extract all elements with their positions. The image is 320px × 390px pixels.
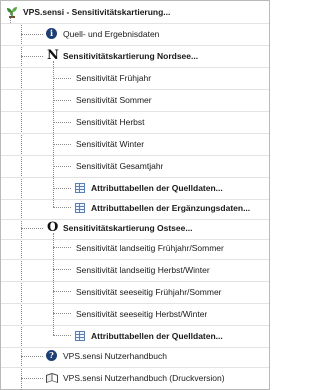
tree-panel: VPS.sensi - Sensitivitätskartierung... i…: [0, 0, 270, 390]
table-icon: [75, 183, 85, 193]
tree-item-ostsee-see-fs[interactable]: Sensitivität seeseitig Frühjahr/Sommer: [1, 281, 269, 304]
tree-item-label: Sensitivität landseitig Herbst/Winter: [76, 265, 210, 275]
tree-item-nordsee-herbst[interactable]: Sensitivität Herbst: [1, 111, 269, 134]
table-icon: [75, 203, 85, 213]
info-icon: i: [46, 28, 57, 39]
tree-node-nordsee[interactable]: N Sensitivitätskartierung Nordsee...: [1, 45, 269, 68]
tree-item-label: Sensitivität seeseitig Frühjahr/Sommer: [76, 287, 222, 297]
tree-item-label: Sensitivität landseitig Frühjahr/Sommer: [76, 243, 224, 253]
tree-item-ostsee-see-hw[interactable]: Sensitivität seeseitig Herbst/Winter: [1, 303, 269, 326]
book-icon: [45, 371, 59, 385]
letter-o-icon: O: [47, 220, 59, 235]
tree-node-help-label: VPS.sensi Nutzerhandbuch: [63, 351, 167, 361]
tree-item-nordsee-gesamtjahr[interactable]: Sensitivität Gesamtjahr: [1, 155, 269, 178]
tree-item-nordsee-winter[interactable]: Sensitivität Winter: [1, 133, 269, 156]
tree-item-label: Attributtabellen der Quelldaten...: [91, 183, 223, 193]
tree-node-root-label: VPS.sensi - Sensitivitätskartierung...: [23, 7, 171, 17]
tree-item-nordsee-fruehjahr[interactable]: Sensitivität Frühjahr: [1, 67, 269, 90]
tree-item-label: Attributtabellen der Ergänzungsdaten...: [91, 203, 251, 213]
tree-item-label: Sensitivität Gesamtjahr: [76, 161, 164, 171]
tree-node-book-label: VPS.sensi Nutzerhandbuch (Druckversion): [63, 373, 225, 383]
tree-node-ostsee-label: Sensitivitätskartierung Ostsee...: [63, 223, 193, 233]
tree-node-nordsee-label: Sensitivitätskartierung Nordsee...: [63, 51, 199, 61]
tree-node-help[interactable]: ? VPS.sensi Nutzerhandbuch: [1, 345, 269, 368]
letter-n-icon: N: [47, 48, 59, 63]
tree-item-label: Sensitivität seeseitig Herbst/Winter: [76, 309, 208, 319]
tree-item-label: Sensitivität Sommer: [76, 95, 152, 105]
tree-item-label: Sensitivität Frühjahr: [76, 73, 152, 83]
tree-node-root[interactable]: VPS.sensi - Sensitivitätskartierung...: [1, 1, 269, 24]
table-icon: [75, 331, 85, 341]
tree-item-label: Sensitivität Winter: [76, 139, 145, 149]
tree-node-book[interactable]: VPS.sensi Nutzerhandbuch (Druckversion): [1, 367, 269, 389]
tree-item-ostsee-land-hw[interactable]: Sensitivität landseitig Herbst/Winter: [1, 259, 269, 282]
tree-node-quell-label: Quell- und Ergebnisdaten: [63, 29, 160, 39]
tree-node-quell[interactable]: i Quell- und Ergebnisdaten: [1, 23, 269, 46]
help-icon: ?: [46, 350, 57, 361]
tree-item-label: Attributtabellen der Quelldaten...: [91, 331, 223, 341]
tree-plant-icon: [5, 5, 19, 19]
tree-item-ostsee-land-fs[interactable]: Sensitivität landseitig Frühjahr/Sommer: [1, 237, 269, 260]
tree-item-label: Sensitivität Herbst: [76, 117, 145, 127]
tree-item-nordsee-sommer[interactable]: Sensitivität Sommer: [1, 89, 269, 112]
